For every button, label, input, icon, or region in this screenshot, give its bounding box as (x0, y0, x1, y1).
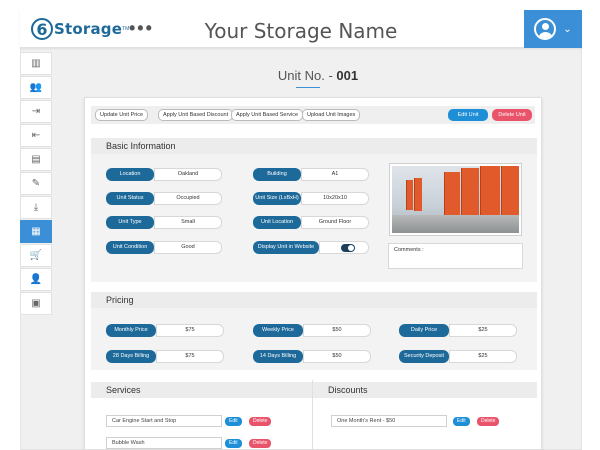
discount-edit-button[interactable]: Edit (453, 417, 470, 426)
move-in-icon: ⇥ (31, 106, 41, 117)
sidebar-item-dashboard[interactable]: ▥ (20, 52, 52, 75)
service-edit-button[interactable]: Edit (225, 439, 242, 448)
unit-condition-value: Good (154, 241, 222, 254)
user-avatar-icon (534, 18, 557, 40)
service-delete-button[interactable]: Delete (249, 439, 272, 448)
title-underline (296, 87, 320, 88)
comments-field[interactable]: Comments : (388, 243, 523, 269)
unit-detail-panel: Update Unit Price Apply Unit Based Disco… (84, 97, 542, 450)
service-item: Car Engine Start and Stop (106, 415, 222, 427)
unit-number: 001 (336, 68, 359, 83)
unit-location-label: Unit Location (253, 216, 301, 229)
unit-size-value: 10x20x10 (301, 192, 369, 205)
monthly-price-label: Monthly Price (106, 324, 156, 337)
clipboard-icon: ▤ (31, 154, 41, 165)
report-icon: ▣ (31, 298, 41, 309)
display-unit-label: Display Unit in Website (253, 241, 319, 254)
pricing-heading: Pricing (91, 292, 537, 308)
unit-status-label: Unit Status (106, 192, 154, 205)
building-value: A1 (301, 168, 369, 181)
delete-unit-button[interactable]: Delete Unit (492, 109, 532, 121)
storage-hallway-image (392, 166, 519, 233)
location-value: Oakland (154, 168, 222, 181)
unit-title-prefix: Unit No. - (277, 68, 333, 83)
billing-28-days-label: 28 Days Billing (106, 350, 156, 363)
security-deposit-value: $25 (449, 350, 517, 363)
display-unit-toggle-field (319, 241, 369, 254)
daily-price-value: $25 (449, 324, 517, 337)
apply-unit-service-button[interactable]: Apply Unit Based Service (231, 109, 304, 121)
sidebar-item-move-in[interactable]: ⇥ (20, 100, 52, 123)
users-icon: 👥 (29, 82, 43, 93)
discount-item: One Month's Rent - $50 (331, 415, 447, 427)
top-header: 6 Storage TM ••• Your Storage Name ⌄ (20, 10, 582, 48)
service-edit-button[interactable]: Edit (225, 417, 242, 426)
storage-name-title: Your Storage Name (204, 19, 398, 43)
unit-toolbar: Update Unit Price Apply Unit Based Disco… (91, 106, 535, 124)
edit-unit-button[interactable]: Edit Unit (448, 109, 488, 121)
storage-unit-icon: ▦ (31, 226, 41, 237)
billing-14-days-label: 14 Days Billing (253, 350, 303, 363)
update-unit-price-button[interactable]: Update Unit Price (95, 109, 149, 121)
location-label: Location (106, 168, 154, 181)
sidebar-item-reports[interactable]: ▣ (20, 292, 52, 315)
upload-unit-images-button[interactable]: Upload Unit Images (302, 109, 361, 121)
security-deposit-label: Security Deposit (399, 350, 449, 363)
user-menu-button[interactable]: ⌄ (524, 10, 582, 48)
sidebar-item-units[interactable]: ▦ (20, 220, 52, 243)
unit-photo (389, 163, 522, 236)
daily-price-label: Daily Price (399, 324, 449, 337)
unit-condition-label: Unit Condition (106, 241, 154, 254)
unit-location-value: Ground Floor (301, 216, 369, 229)
page-title: Unit No. - 001 (54, 68, 582, 83)
service-delete-button[interactable]: Delete (249, 417, 272, 426)
services-heading: Services (91, 382, 312, 398)
service-item: Bubble Wash (106, 437, 222, 449)
unit-type-value: Small (154, 216, 222, 229)
sidebar-item-store[interactable]: 🛒 (20, 244, 52, 267)
hand-money-icon: ⤓ (33, 202, 39, 213)
comments-label: Comments : (394, 247, 424, 253)
sidebar-item-customers[interactable]: 👥 (20, 76, 52, 99)
weekly-price-label: Weekly Price (253, 324, 303, 337)
chevron-down-icon: ⌄ (563, 23, 572, 35)
billing-28-days-value: $75 (156, 350, 224, 363)
bar-chart-icon: ▥ (31, 58, 41, 69)
sidebar-item-invoices[interactable]: ▤ (20, 148, 52, 171)
unit-size-label: Unit Size (LxBxH) (253, 192, 301, 205)
discount-delete-button[interactable]: Delete (477, 417, 500, 426)
basic-info-heading: Basic Information (91, 138, 537, 154)
sidebar-nav: ▥ 👥 ⇥ ⇤ ▤ ✎ ⤓ ▦ 🛒 👤 ▣ (20, 52, 54, 316)
sidebar-item-payments[interactable]: ⤓ (20, 196, 52, 219)
weekly-price-value: $50 (303, 324, 371, 337)
display-unit-toggle[interactable] (341, 244, 355, 252)
sidebar-item-notes[interactable]: ✎ (20, 172, 52, 195)
billing-14-days-value: $50 (303, 350, 371, 363)
unit-type-label: Unit Type (106, 216, 154, 229)
cart-icon: 🛒 (29, 250, 43, 261)
apply-unit-discount-button[interactable]: Apply Unit Based Discount (158, 109, 234, 121)
move-out-icon: ⇤ (31, 130, 41, 141)
sidebar-item-move-out[interactable]: ⇤ (20, 124, 52, 147)
discounts-heading: Discounts (313, 382, 537, 398)
building-label: Building (253, 168, 301, 181)
section-divider (312, 380, 313, 450)
unit-status-value: Occupied (154, 192, 222, 205)
edit-document-icon: ✎ (31, 178, 41, 189)
user-settings-icon: 👤 (29, 274, 43, 285)
sidebar-item-users[interactable]: 👤 (20, 268, 52, 291)
monthly-price-value: $75 (156, 324, 224, 337)
